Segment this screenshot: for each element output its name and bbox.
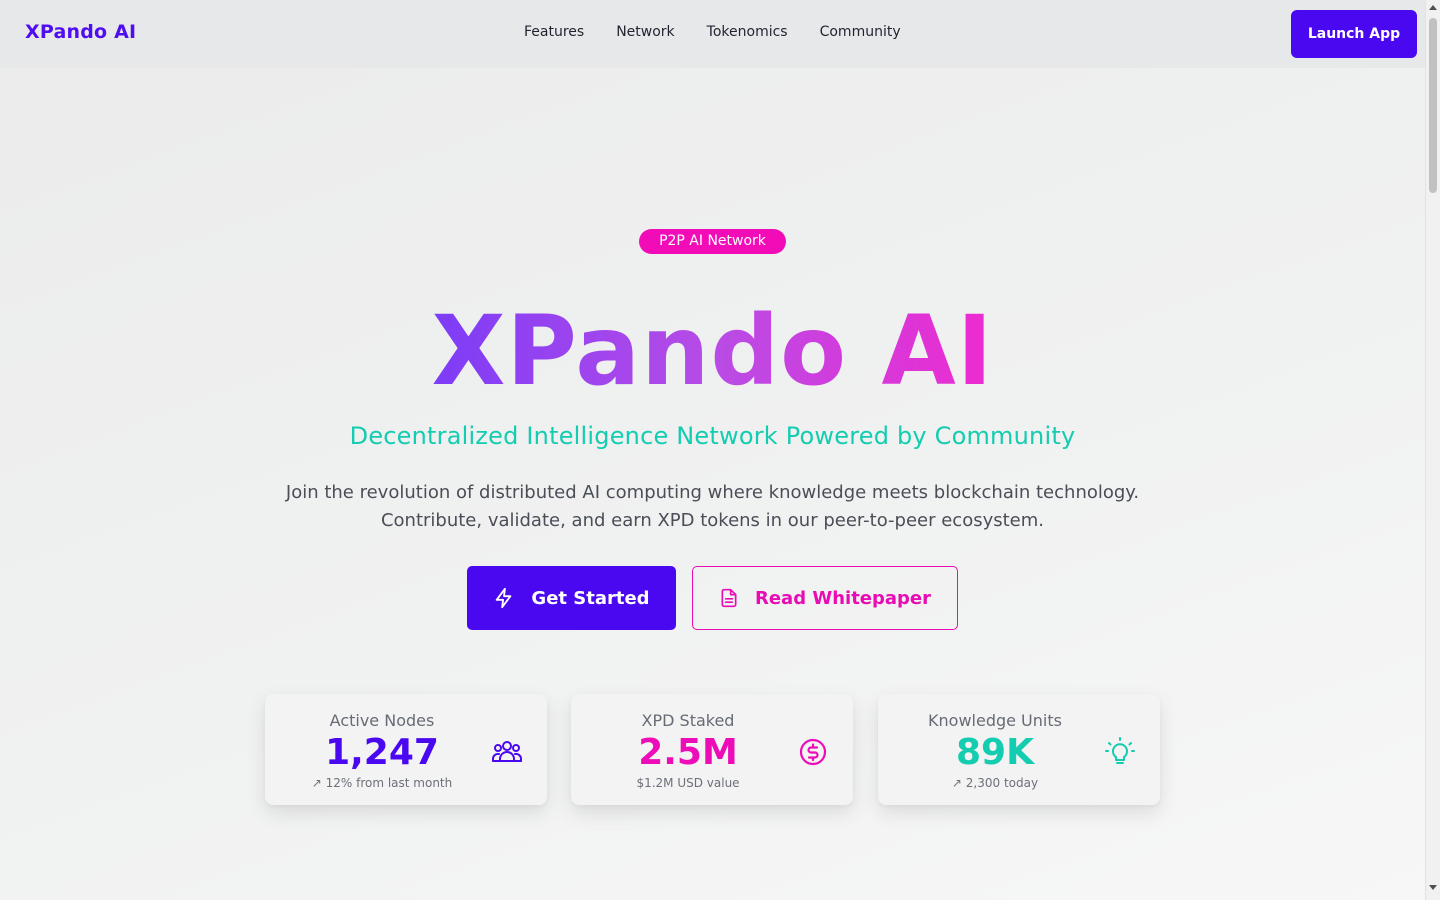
stat-subtext: ↗ 2,300 today <box>951 776 1039 790</box>
scroll-up-arrow-icon[interactable] <box>1429 5 1437 10</box>
stat-text: Active Nodes 1,247 ↗ 12% from last month <box>265 711 499 791</box>
read-whitepaper-label: Read Whitepaper <box>754 587 932 609</box>
hero-badge: P2P AI Network <box>639 229 786 254</box>
nav-link-tokenomics[interactable]: Tokenomics <box>691 24 804 40</box>
nav-link-network[interactable]: Network <box>600 24 690 40</box>
nav-links: Features Network Tokenomics Community <box>508 24 917 40</box>
brand-logo[interactable]: XPando AI <box>25 21 136 43</box>
users-icon <box>492 741 522 762</box>
nav-link-community[interactable]: Community <box>804 24 917 40</box>
navbar: XPando AI Features Network Tokenomics Co… <box>0 0 1425 68</box>
stat-card-active-nodes: Active Nodes 1,247 ↗ 12% from last month <box>265 694 547 805</box>
hero-description-line-1: Join the revolution of distributed AI co… <box>285 482 1140 503</box>
hero-description: Join the revolution of distributed AI co… <box>0 479 1425 535</box>
stat-value: 1,247 <box>325 732 439 773</box>
stat-card-xpd-staked: XPD Staked 2.5M $1.2M USD value <box>571 694 853 805</box>
get-started-label: Get Started <box>531 587 650 609</box>
stat-label: XPD Staked <box>641 711 735 730</box>
launch-app-button[interactable]: Launch App <box>1291 10 1417 58</box>
lightning-icon <box>496 587 512 609</box>
scrollbar-thumb[interactable] <box>1429 18 1437 193</box>
stat-label: Active Nodes <box>329 711 435 730</box>
hero-description-line-2: Contribute, validate, and earn XPD token… <box>380 510 1045 531</box>
stat-text: XPD Staked 2.5M $1.2M USD value <box>571 711 805 791</box>
page: XPando AI Features Network Tokenomics Co… <box>0 0 1440 900</box>
dollar-icon <box>799 738 827 766</box>
get-started-button[interactable]: Get Started <box>467 566 676 630</box>
nav-link-features[interactable]: Features <box>508 24 600 40</box>
scrollbar[interactable] <box>1425 0 1440 900</box>
stat-text: Knowledge Units 89K ↗ 2,300 today <box>878 711 1112 791</box>
scroll-down-arrow-icon[interactable] <box>1429 885 1437 890</box>
stat-value: 2.5M <box>638 732 738 773</box>
lightbulb-icon <box>1105 737 1135 764</box>
hero-title-text: XPando AI <box>431 295 994 407</box>
stat-value: 89K <box>956 732 1034 773</box>
hero-title: XPando AI <box>0 296 1425 406</box>
stat-label: Knowledge Units <box>928 711 1062 730</box>
stat-subtext: ↗ 12% from last month <box>311 776 453 790</box>
hero-subtitle: Decentralized Intelligence Network Power… <box>349 422 1076 450</box>
document-icon <box>721 588 737 608</box>
stat-card-knowledge-units: Knowledge Units 89K ↗ 2,300 today <box>878 694 1160 805</box>
read-whitepaper-button[interactable]: Read Whitepaper <box>692 566 958 630</box>
stat-subtext: $1.2M USD value <box>636 776 740 790</box>
